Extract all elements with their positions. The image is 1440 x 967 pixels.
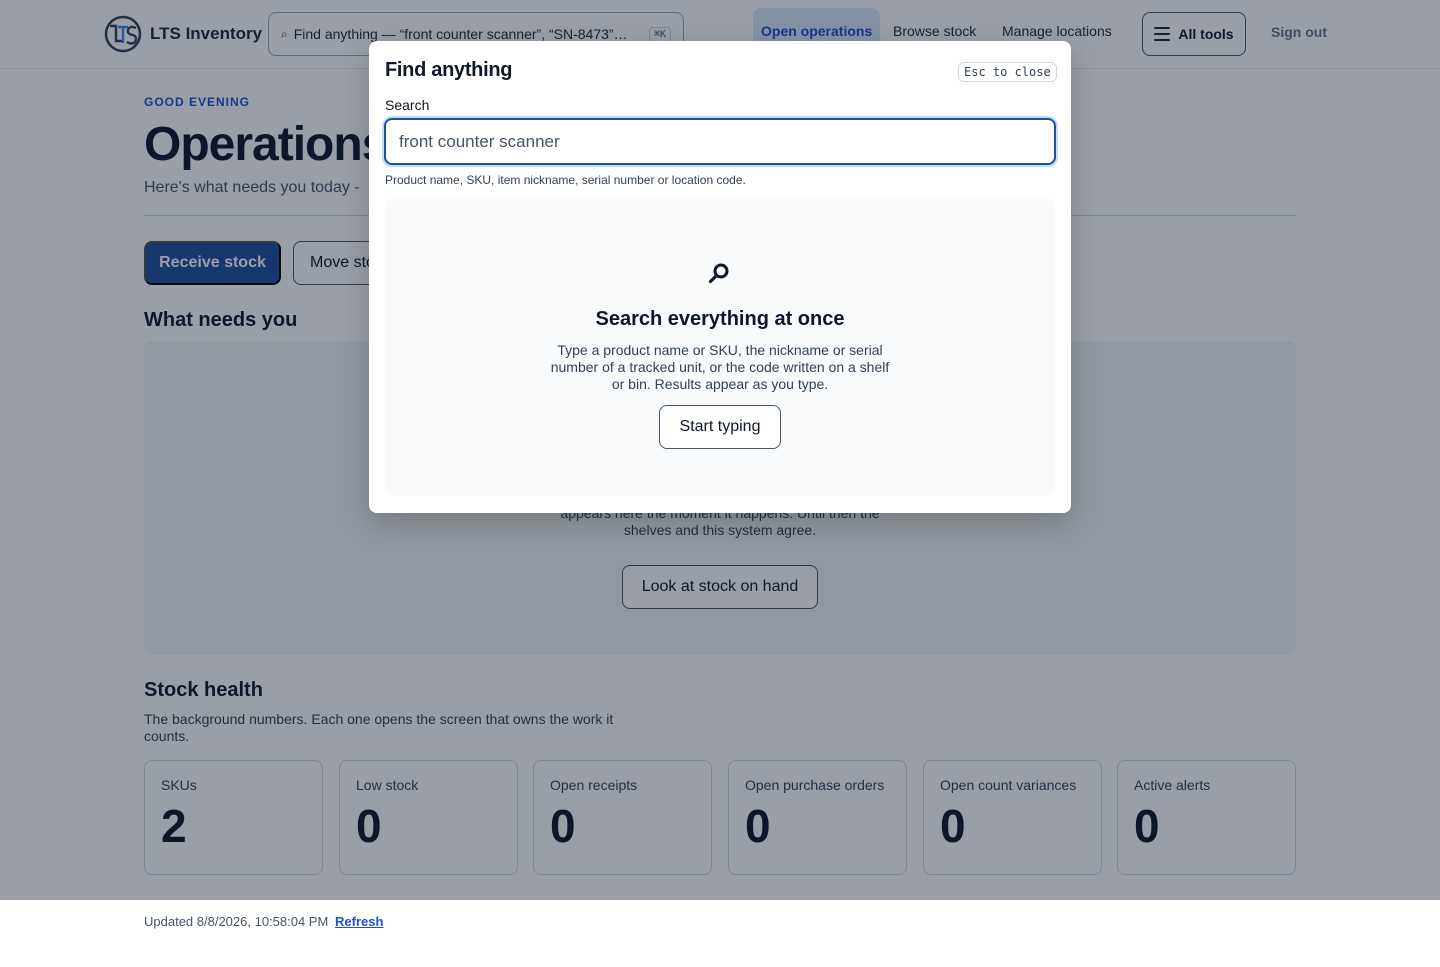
search-input[interactable] <box>384 118 1056 165</box>
empty-state-description: Type a product name or SKU, the nickname… <box>550 342 890 392</box>
footer: Updated 8/8/2026, 10:58:04 PM Refresh <box>0 900 1440 967</box>
search-icon <box>708 263 729 284</box>
find-anything-dialog: Find anything Esc to close Search Produc… <box>369 41 1071 513</box>
close-dialog-button[interactable]: Esc to close <box>958 62 1057 82</box>
empty-state: Search everything at once Type a product… <box>385 199 1055 496</box>
dialog-title: Find anything <box>385 59 513 81</box>
search-field-label: Search <box>385 97 430 113</box>
empty-state-title: Search everything at once <box>595 308 845 330</box>
search-hint: Product name, SKU, item nickname, serial… <box>385 173 746 187</box>
start-typing-button[interactable]: Start typing <box>659 405 781 449</box>
last-updated: Updated 8/8/2026, 10:58:04 PM <box>144 914 329 929</box>
refresh-link[interactable]: Refresh <box>335 914 383 929</box>
